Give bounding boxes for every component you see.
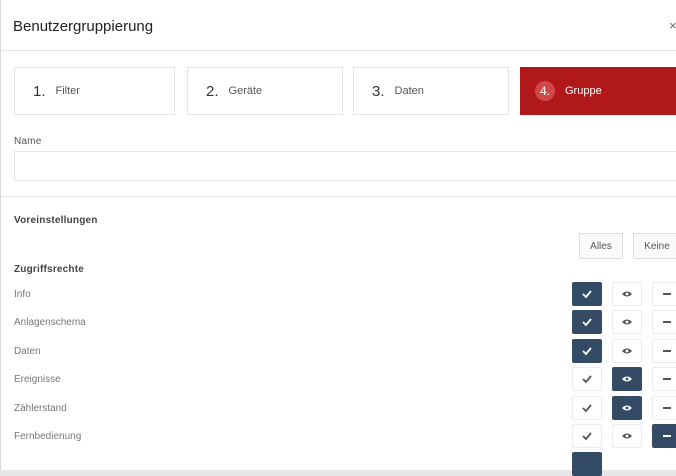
check-icon — [581, 403, 593, 413]
permission-label: Info — [14, 289, 31, 300]
no-access-button[interactable] — [652, 396, 676, 420]
eye-icon — [621, 374, 633, 384]
step-filter[interactable]: 1. Filter — [14, 67, 175, 115]
step-group[interactable]: 4. Gruppe — [520, 67, 676, 115]
full-access-button[interactable] — [572, 310, 602, 334]
check-icon — [581, 431, 593, 441]
step-number: 1. — [33, 82, 46, 100]
permission-label: Zählerstand — [14, 403, 67, 414]
name-input[interactable] — [14, 151, 676, 181]
view-only-button[interactable] — [612, 310, 642, 334]
minus-icon — [662, 403, 672, 413]
step-number: 2. — [206, 82, 219, 100]
user-grouping-dialog: Benutzergruppierung × 1. Filter 2. Gerät… — [0, 0, 676, 476]
minus-icon — [662, 317, 672, 327]
permission-label: Daten — [14, 346, 41, 357]
permission-label: Anlagenschema — [14, 317, 86, 328]
view-only-button[interactable] — [612, 396, 642, 420]
eye-icon — [621, 403, 633, 413]
full-access-button[interactable] — [572, 452, 602, 476]
step-label: Filter — [55, 85, 80, 97]
no-access-button[interactable] — [652, 282, 676, 306]
permission-label: Ereignisse — [14, 374, 61, 385]
step-label: Daten — [394, 85, 424, 97]
minus-icon — [662, 346, 672, 356]
full-access-button[interactable] — [572, 367, 602, 391]
check-icon — [581, 289, 593, 299]
eye-icon — [621, 289, 633, 299]
presets-label: Voreinstellungen — [14, 215, 98, 226]
full-access-button[interactable] — [572, 396, 602, 420]
step-number: 3. — [372, 82, 385, 100]
check-icon — [581, 346, 593, 356]
check-icon — [581, 317, 593, 327]
no-access-button[interactable] — [652, 367, 676, 391]
close-icon[interactable]: × — [669, 18, 676, 33]
view-only-button[interactable] — [612, 424, 642, 448]
permission-label: Fernbedienung — [14, 431, 82, 442]
select-all-button[interactable]: Alles — [579, 233, 623, 259]
no-access-button[interactable] — [652, 339, 676, 363]
minus-icon — [662, 374, 672, 384]
no-access-button[interactable] — [652, 424, 676, 448]
name-divider — [1, 196, 676, 197]
minus-icon — [662, 431, 672, 441]
name-label: Name — [14, 136, 42, 147]
select-none-button[interactable]: Keine — [633, 233, 676, 259]
step-label: Gruppe — [565, 85, 602, 97]
view-only-button[interactable] — [612, 282, 642, 306]
check-icon — [581, 374, 593, 384]
eye-icon — [621, 431, 633, 441]
step-devices[interactable]: 2. Geräte — [187, 67, 343, 115]
no-access-button[interactable] — [652, 310, 676, 334]
view-only-button[interactable] — [612, 367, 642, 391]
minus-icon — [662, 289, 672, 299]
eye-icon — [621, 346, 633, 356]
full-access-button[interactable] — [572, 339, 602, 363]
full-access-button[interactable] — [572, 424, 602, 448]
permissions-heading: Zugriffsrechte — [14, 264, 85, 275]
step-data[interactable]: 3. Daten — [353, 67, 509, 115]
step-number: 4. — [535, 81, 555, 101]
eye-icon — [621, 317, 633, 327]
view-only-button[interactable] — [612, 339, 642, 363]
dialog-title: Benutzergruppierung — [13, 18, 154, 35]
header-divider — [1, 50, 676, 51]
full-access-button[interactable] — [572, 282, 602, 306]
step-label: Geräte — [228, 85, 263, 97]
